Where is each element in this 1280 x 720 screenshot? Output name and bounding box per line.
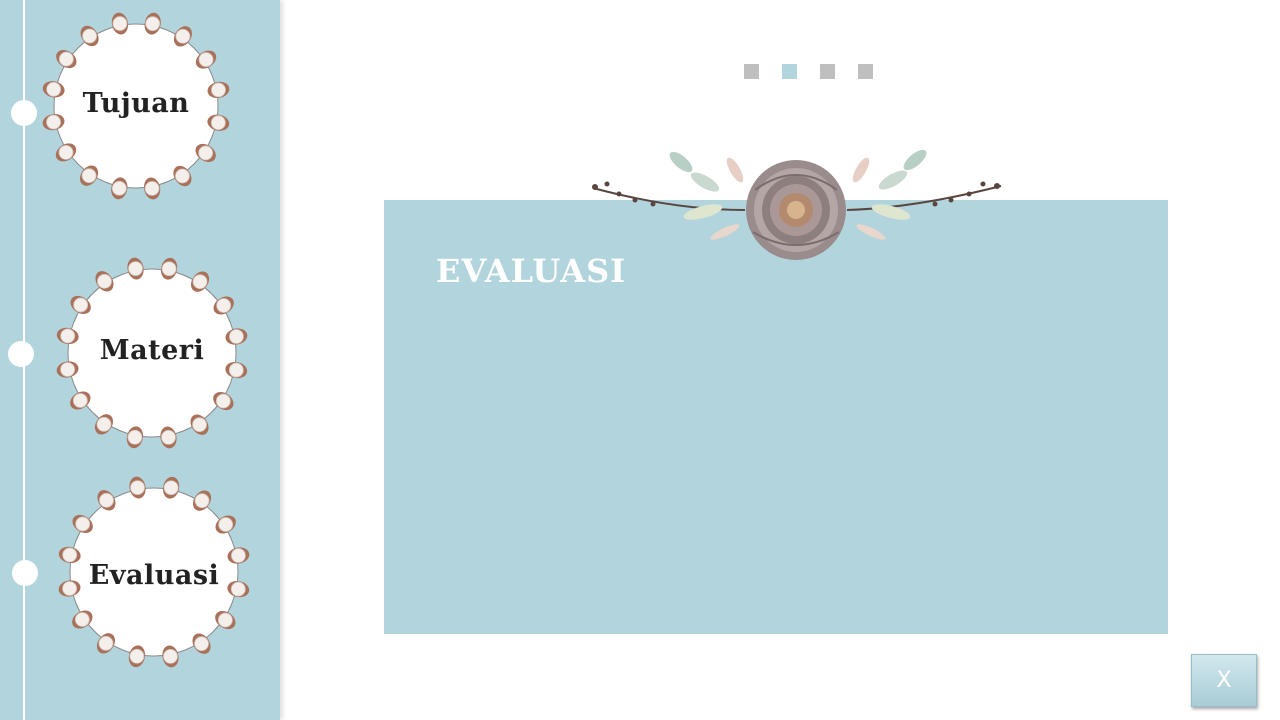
timeline-dot-evaluasi (12, 560, 38, 586)
timeline-dot-materi (8, 341, 34, 367)
slide-dot-2[interactable] (782, 64, 797, 79)
sidebar-item-materi[interactable]: Materi (48, 255, 256, 451)
sidebar-item-evaluasi[interactable]: Evaluasi (50, 474, 258, 670)
slide-indicator (744, 64, 873, 79)
sidebar-item-label: Materi (99, 335, 205, 366)
sidebar-item-label: Evaluasi (88, 560, 220, 591)
slide-dot-3[interactable] (820, 64, 835, 79)
sidebar-item-tujuan[interactable]: Tujuan (32, 8, 240, 204)
close-button[interactable]: X (1191, 654, 1257, 707)
slide-dot-4[interactable] (858, 64, 873, 79)
sidebar-item-label: Tujuan (82, 88, 190, 119)
slide-dot-1[interactable] (744, 64, 759, 79)
sidebar: Tujuan Materi Evaluasi (0, 0, 280, 720)
floral-ornament-icon (592, 149, 1002, 260)
